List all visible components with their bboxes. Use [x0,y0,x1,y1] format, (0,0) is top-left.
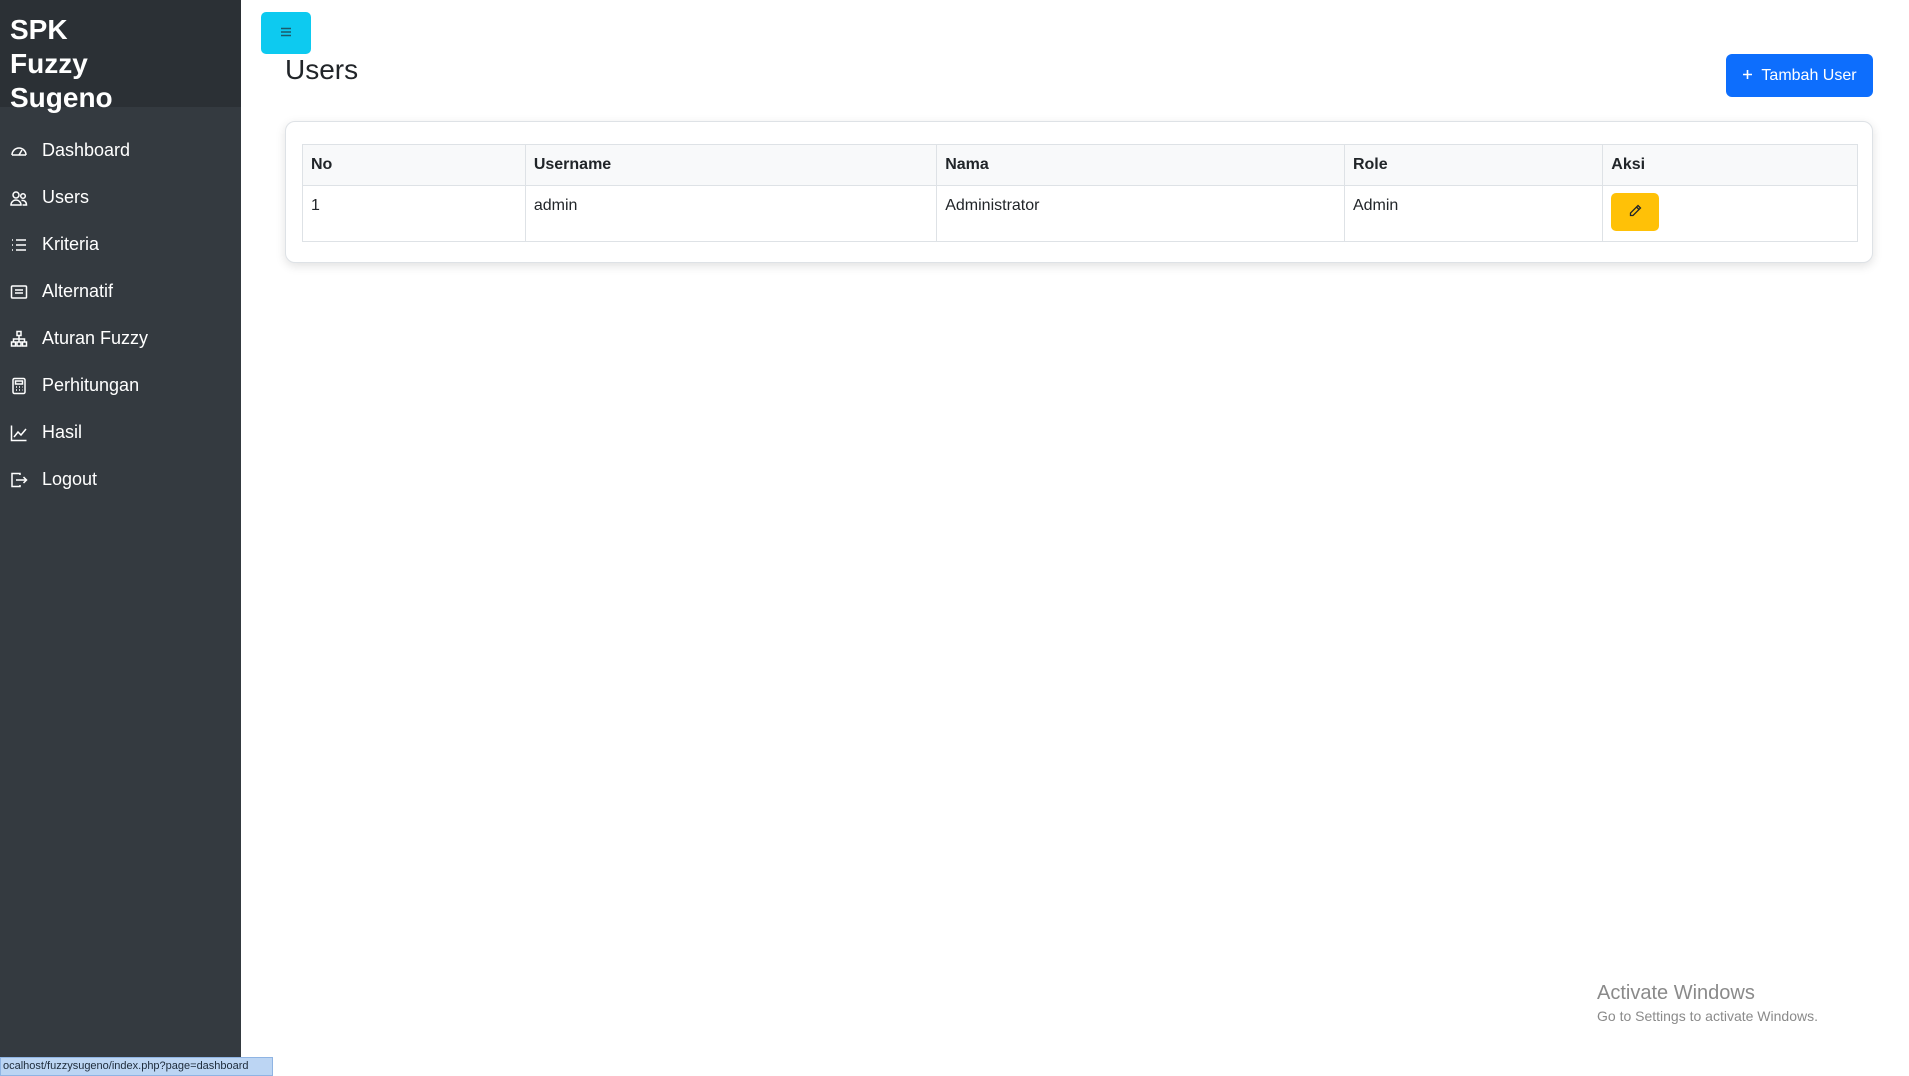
sidebar-item-perhitungan[interactable]: Perhitungan [0,362,241,409]
sidebar-item-label: Hasil [42,422,83,442]
sidebar: SPK Fuzzy Sugeno Dashboard Users Kriteri… [0,0,241,1071]
sidebar-item-label: Perhitungan [42,375,140,395]
graph-up-icon [10,424,28,442]
users-card: No Username Nama Role Aksi 1 admin Admin… [285,121,1873,263]
plus-icon [1742,67,1753,85]
status-bar-url: ocalhost/fuzzysugeno/index.php?page=dash… [0,1057,273,1076]
users-table: No Username Nama Role Aksi 1 admin Admin… [302,144,1858,242]
sidebar-item-label: Aturan Fuzzy [42,328,149,348]
brand-title: SPK Fuzzy Sugeno [10,14,113,113]
menu-icon [280,24,292,42]
sidebar-item-users[interactable]: Users [0,174,241,221]
add-user-label: Tambah User [1761,66,1857,84]
sidebar-item-alternatif[interactable]: Alternatif [0,268,241,315]
page-title: Users [285,54,359,85]
watermark-subtitle: Go to Settings to activate Windows. [1597,1008,1818,1024]
list-icon [10,236,28,254]
column-header-role: Role [1343,144,1604,186]
column-header-no: No [302,144,526,186]
calculator-icon [10,377,28,395]
sidebar-item-label: Alternatif [42,281,114,301]
sidebar-item-dashboard[interactable]: Dashboard [0,127,241,174]
sidebar-item-hasil[interactable]: Hasil [0,409,241,456]
sidebar-item-label: Dashboard [42,140,131,160]
cell-role: Admin [1343,185,1604,242]
table-header-row: No Username Nama Role Aksi [302,144,1858,186]
cell-no: 1 [302,185,526,242]
pencil-icon [1629,204,1642,220]
sidebar-item-kriteria[interactable]: Kriteria [0,221,241,268]
card-list-icon [10,283,28,301]
sidebar-nav: Dashboard Users Kriteria Alternatif Atur… [0,127,241,503]
activate-windows-watermark: Activate Windows Go to Settings to activ… [1597,981,1818,1025]
sidebar-item-aturan-fuzzy[interactable]: Aturan Fuzzy [0,315,241,362]
cell-username: admin [524,185,938,242]
sidebar-toggle-button[interactable] [261,12,311,54]
column-header-username: Username [524,144,938,186]
add-user-button[interactable]: Tambah User [1726,54,1873,97]
cell-nama: Administrator [936,185,1345,242]
column-header-aksi: Aksi [1602,144,1858,186]
sidebar-item-label: Logout [42,469,98,489]
sidebar-item-label: Users [42,187,90,207]
logout-icon [10,471,28,489]
people-icon [10,189,28,207]
edit-button[interactable] [1611,193,1660,231]
brand: SPK Fuzzy Sugeno [0,0,241,113]
sidebar-item-label: Kriteria [42,234,100,254]
column-header-nama: Nama [936,144,1345,186]
cell-aksi [1602,185,1858,242]
speedometer-icon [10,142,28,160]
sidebar-item-logout[interactable]: Logout [0,456,241,503]
table-row: 1 admin Administrator Admin [302,185,1858,242]
diagram-icon [10,330,28,348]
main-content: Users Tambah User No Username Nama Role … [241,0,1909,1071]
watermark-title: Activate Windows [1597,982,1755,1004]
